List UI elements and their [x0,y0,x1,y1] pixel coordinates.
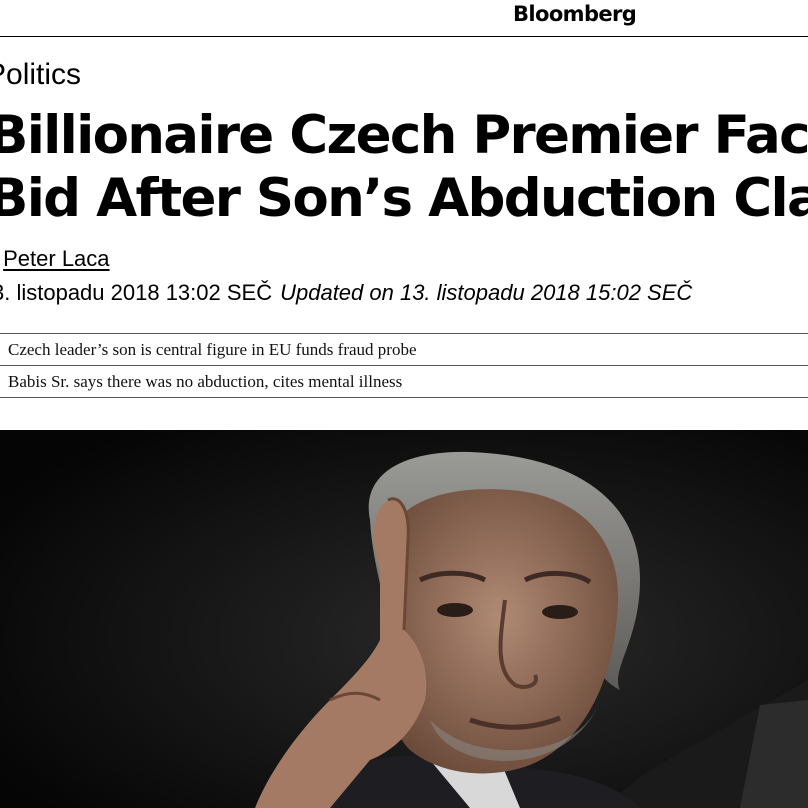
summary-list: Czech leader’s son is central figure in … [0,333,808,398]
headline: Billionaire Czech Premier Fac Bid After … [0,104,808,230]
author-link[interactable]: Peter Laca [3,246,109,271]
byline: y Peter Laca [0,246,109,272]
section-label[interactable]: Politics [0,58,81,92]
summary-item: Babis Sr. says there was no abduction, c… [0,365,808,397]
portrait-illustration [0,430,808,808]
article-photo [0,430,808,808]
published-date: 3. listopadu 2018 13:02 SEČ [0,280,273,305]
publish-dates: 3. listopadu 2018 13:02 SEČ Updated on 13… [0,280,692,306]
bloomberg-logo[interactable]: Bloomberg [513,2,637,26]
headline-line-1: Billionaire Czech Premier Fac [0,105,808,166]
updated-date: Updated on 13. listopadu 2018 15:02 SEČ [280,280,693,305]
headline-line-2: Bid After Son’s Abduction Cla [0,168,808,229]
top-bar: Bloomberg [0,0,808,37]
summary-item: Czech leader’s son is central figure in … [8,340,417,359]
